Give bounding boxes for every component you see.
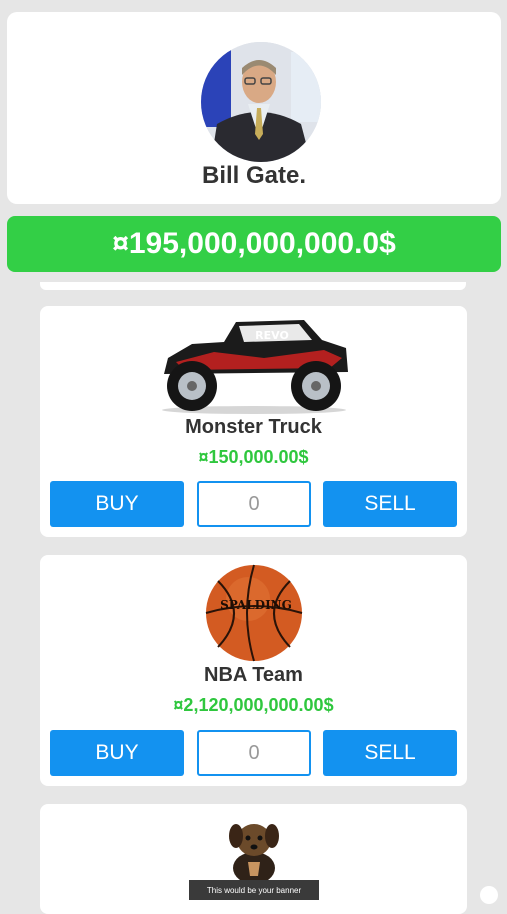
puppy-image	[224, 812, 284, 884]
avatar-photo	[201, 42, 321, 162]
item-name: NBA Team	[204, 664, 303, 686]
floating-dot	[480, 886, 498, 904]
ball-brand: SPALDING	[220, 598, 292, 612]
basketball-image: SPALDING	[204, 563, 304, 663]
buy-button[interactable]: BUY	[50, 481, 184, 527]
truck-wheel-right	[290, 361, 341, 411]
balance-display: ¤195,000,000,000.0$	[7, 216, 501, 272]
ad-banner[interactable]: This would be your banner	[189, 880, 319, 900]
monster-truck-image: REVO	[154, 314, 354, 414]
quantity-input[interactable]	[197, 481, 311, 527]
profile-name: Bill Gate.	[201, 162, 307, 189]
quantity-input[interactable]	[197, 730, 311, 776]
item-card-monster-truck: REVO Monster Truck ¤150,000.00$ BUY SELL	[40, 306, 467, 537]
profile-card: Bill Gate.	[7, 12, 501, 204]
item-price: ¤150,000.00$	[198, 447, 309, 467]
truck-decal: REVO	[255, 329, 289, 342]
avatar	[201, 42, 321, 162]
buy-button[interactable]: BUY	[50, 730, 184, 776]
item-name: Monster Truck	[185, 416, 322, 438]
item-card-nba-team: SPALDING NBA Team ¤2,120,000,000.00$ BUY…	[40, 555, 467, 786]
sell-button[interactable]: SELL	[323, 730, 457, 776]
previous-item-card-edge	[40, 282, 466, 290]
item-price: ¤2,120,000,000.00$	[173, 695, 334, 715]
truck-wheel-left	[166, 361, 217, 411]
sell-button[interactable]: SELL	[323, 481, 457, 527]
